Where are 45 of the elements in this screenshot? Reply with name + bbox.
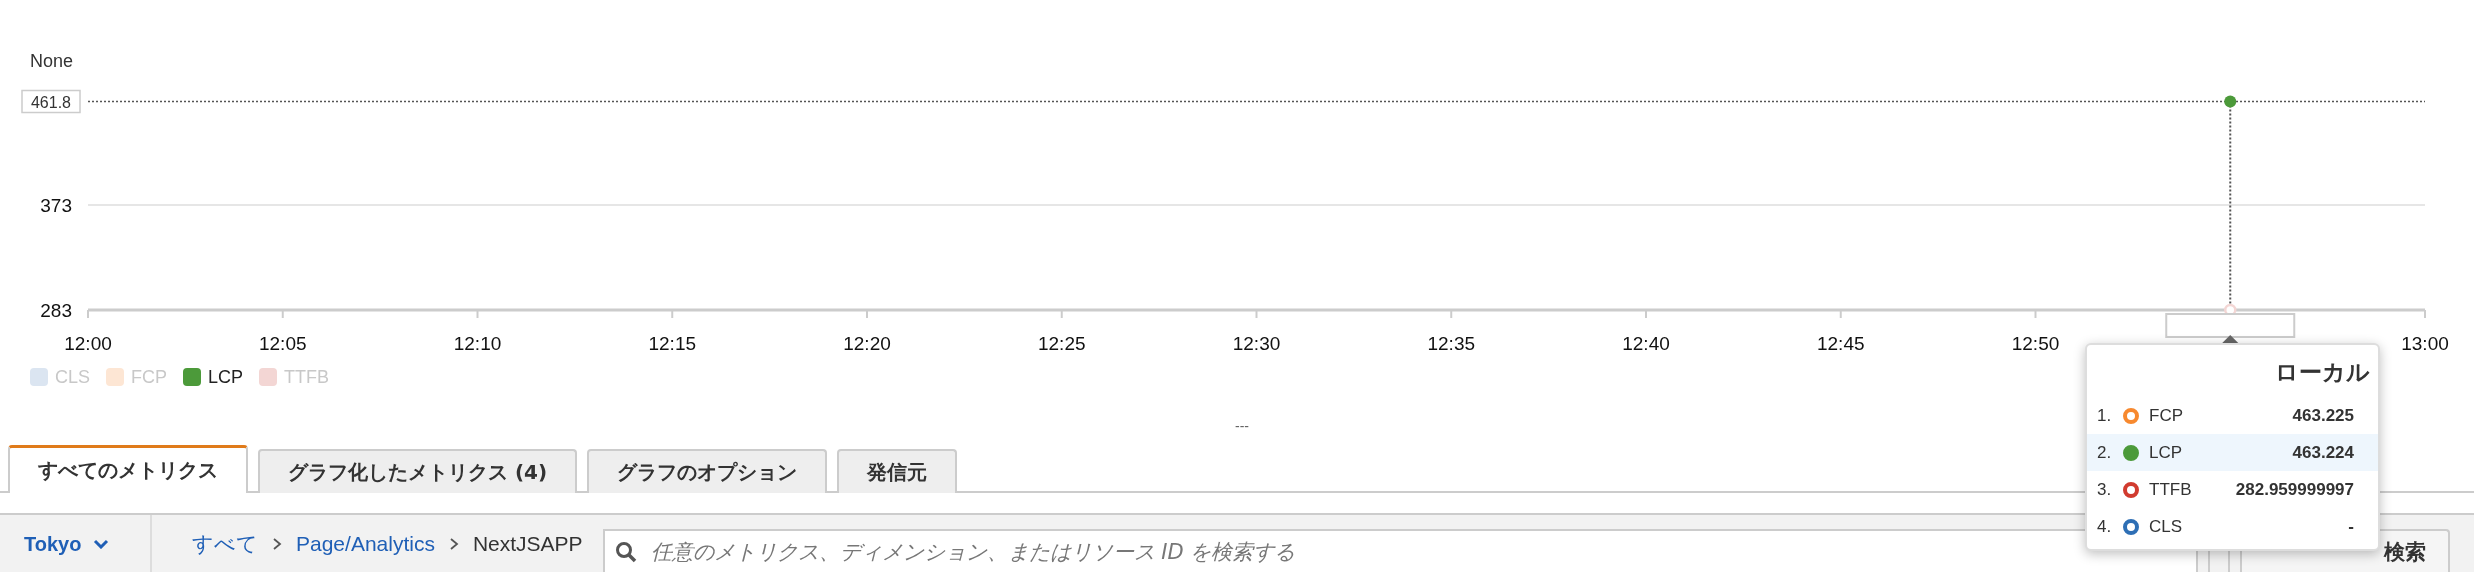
y-axis-label: 283 [40,300,72,321]
x-axis-label: 12:45 [1817,333,1865,354]
breadcrumb-separator-icon [448,537,459,551]
x-axis-label: 12:15 [648,333,696,354]
breadcrumb-separator-icon [272,537,282,551]
x-axis-label: 12:50 [2011,333,2060,354]
x-axis-label: 12:30 [1232,333,1281,354]
series-value: 282.959999997 [2234,479,2354,500]
row-number: 1. [2097,405,2113,426]
x-axis-label: 12:00 [64,333,112,354]
series-name: TTFB [2149,479,2193,500]
series-name: FCP [2149,405,2184,426]
tab[interactable]: グラフ化したメトリクス (4) [258,449,578,493]
breadcrumb-link[interactable]: Page/Analytics [296,532,435,556]
tooltip-title: ローカル [2274,358,2371,387]
breadcrumb-current: NextJSAPP [472,532,583,556]
crosshair-value-label: 461.8 [21,89,81,114]
x-axis-label: 13:00 [2401,333,2449,354]
resize-handle[interactable]: --- [1235,418,1249,434]
y-axis-label: 373 [40,195,72,217]
tab[interactable]: グラフのオプション [587,449,828,493]
series-value: - [2347,516,2354,537]
x-axis-label: 12:20 [843,333,891,354]
legend-swatch[interactable] [106,368,124,386]
tab[interactable]: 発信元 [837,449,958,493]
row-number: 2. [2097,442,2113,463]
series-value: 463.225 [2291,405,2354,426]
series-name: LCP [2149,442,2184,463]
breadcrumb-link[interactable]: すべて [192,530,258,558]
x-axis-label: 12:05 [259,333,307,354]
x-axis-label: 12:40 [1622,333,1670,354]
data-point [2224,95,2237,108]
legend-swatch[interactable] [183,368,201,386]
legend-swatch[interactable] [30,368,48,386]
legend-label[interactable]: LCP [208,366,244,388]
search-icon [614,541,637,563]
legend-swatch[interactable] [259,368,278,386]
tab[interactable]: すべてのメトリクス [8,445,248,493]
x-axis-label: 12:35 [1427,333,1475,354]
row-number: 3. [2097,479,2113,500]
chevron-icon [93,539,110,549]
series-value: 463.224 [2291,442,2354,463]
x-axis-label: 12:25 [1038,333,1086,354]
unit-label: None [30,51,74,71]
x-axis-label: 12:10 [453,333,502,354]
